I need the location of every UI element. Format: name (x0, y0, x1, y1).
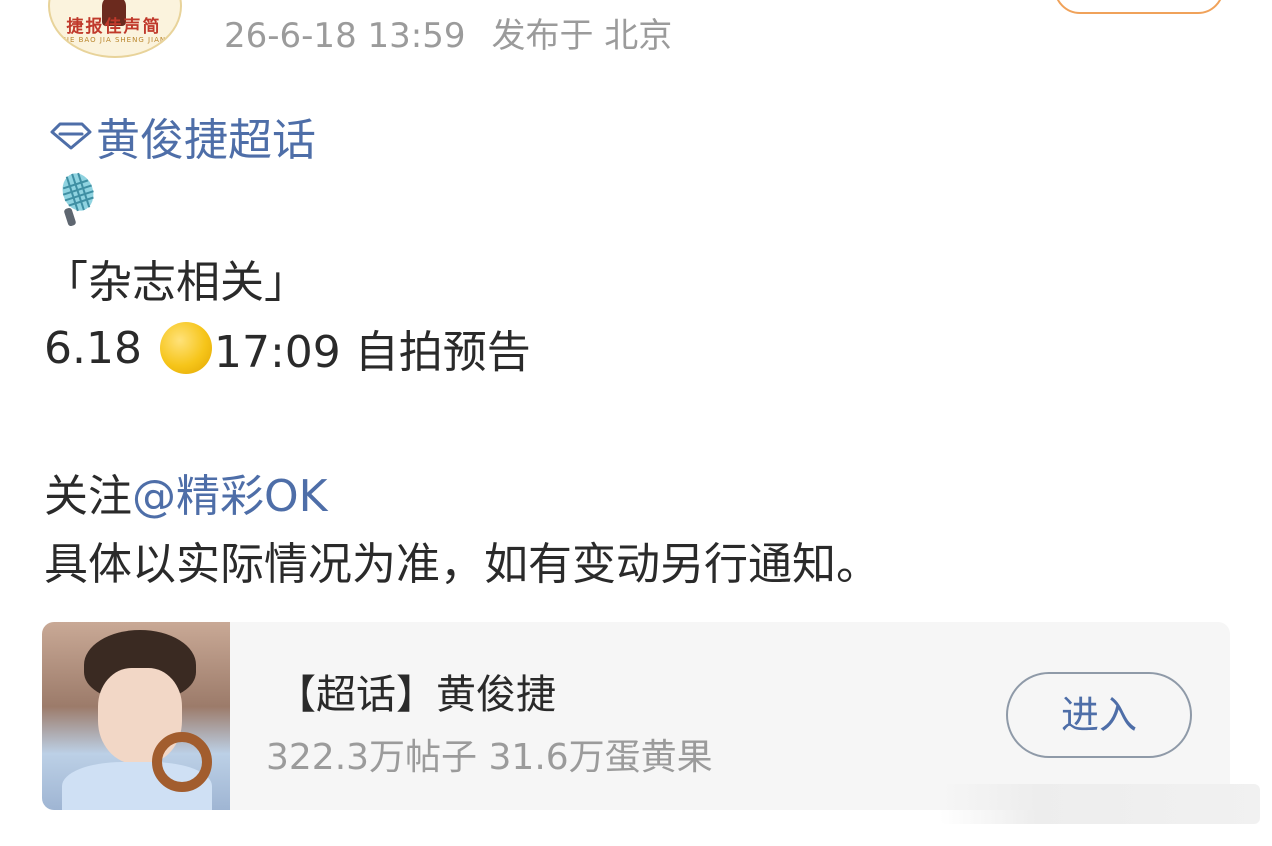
post-location: 发布于 北京 (491, 16, 673, 56)
yellow-circle-emoji (159, 322, 212, 374)
watermark-smear (940, 784, 1260, 824)
post-category-line: 「杂志相关」 (44, 257, 308, 308)
follow-prefix: 关注 (44, 471, 132, 522)
enter-button[interactable]: 进入 (1006, 672, 1192, 758)
super-topic-link[interactable]: 黄俊捷超话 (48, 104, 316, 168)
post-meta: 26-6-18 13:59 发布于 北京 (224, 8, 672, 57)
post-date: 6.18 (44, 322, 142, 374)
topic-thumbnail (42, 622, 230, 810)
post-schedule-line: 6.18 17:09 自拍预告 (44, 316, 531, 380)
microphone-icon (62, 172, 94, 227)
super-topic-label: 黄俊捷超话 (96, 115, 316, 166)
avatar-text: 捷报佳声简 (66, 17, 162, 37)
post-timestamp: 26-6-18 13:59 (224, 16, 466, 56)
post-time-text: 17:09 自拍预告 (213, 327, 531, 378)
follow-button[interactable] (1054, 0, 1224, 14)
card-title: 【超话】黄俊捷 (276, 672, 556, 718)
avatar-subtext: JIE BAO JIA SHENG JIAN (63, 36, 167, 44)
card-stats: 322.3万帖子 31.6万蛋黄果 (266, 737, 713, 778)
super-topic-card[interactable]: 【超话】黄俊捷 322.3万帖子 31.6万蛋黄果 进入 (42, 622, 1230, 810)
user-mention-link[interactable]: @精彩OK (132, 471, 328, 522)
diamond-icon (50, 122, 92, 150)
post-follow-line: 关注@精彩OK (44, 460, 328, 524)
post-notice-line: 具体以实际情况为准，如有变动另行通知。 (44, 539, 880, 590)
author-avatar[interactable]: 捷报佳声简 JIE BAO JIA SHENG JIAN (48, 0, 182, 58)
